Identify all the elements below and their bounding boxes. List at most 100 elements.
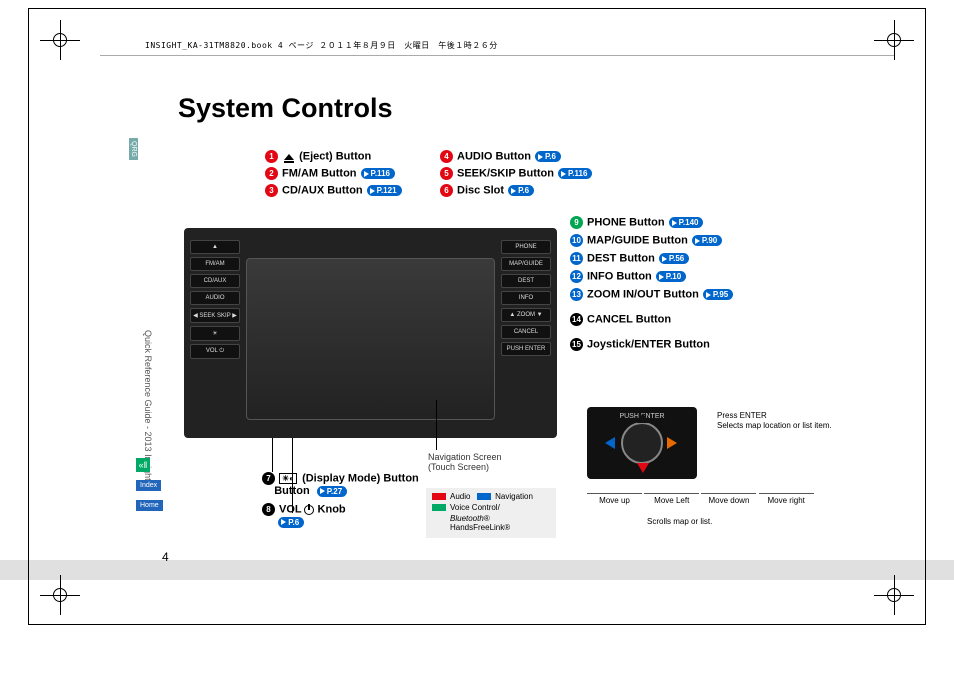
joystick-diagram: PUSH ENTER Press ENTER Selects map locat…	[587, 407, 887, 547]
joystick-label-right: Move right	[759, 493, 814, 505]
page-title: System Controls	[178, 93, 393, 124]
callout-label: CD/AUX Button	[282, 184, 363, 196]
sidebar-voice-icon[interactable]: «ǁ	[136, 458, 150, 472]
callout-bullet: 2	[265, 167, 278, 180]
color-legend: Audio Navigation Voice Control/ Bluetoot…	[426, 488, 556, 538]
callout-label: INFO Button	[587, 270, 652, 282]
callout-group-top-left: 1 (Eject) Button 2 FM/AM Button P.116 3 CD/…	[265, 150, 402, 201]
callout-bullet: 15	[570, 338, 583, 351]
callout-bullet: 13	[570, 288, 583, 301]
dash-mapguide-button[interactable]: MAP/GUIDE	[501, 257, 551, 271]
cropmark-icon	[40, 20, 80, 60]
callout-bullet: 6	[440, 184, 453, 197]
callout-label: ZOOM IN/OUT Button	[587, 288, 699, 300]
callout-group-top-right: 4AUDIO ButtonP.6 5SEEK/SKIP ButtonP.116 …	[440, 150, 592, 201]
dashboard-left-buttons: ▲ FM/AM CD/AUX AUDIO ◀ SEEK SKIP ▶ ☀ VOL…	[190, 240, 240, 362]
page-ref-link[interactable]: P.6	[278, 517, 304, 528]
callout-bullet: 12	[570, 270, 583, 283]
leader-line	[436, 400, 437, 450]
page-ref-link[interactable]: P.6	[535, 151, 561, 162]
sidebar-qrg-tag[interactable]: QRG	[129, 138, 138, 160]
page-ref-link[interactable]: P.140	[669, 217, 704, 228]
page-ref-link[interactable]: P.121	[367, 185, 402, 196]
dash-audio-button[interactable]: AUDIO	[190, 291, 240, 305]
dash-eject-button[interactable]: ▲	[190, 240, 240, 254]
dash-fmam-button[interactable]: FM/AM	[190, 257, 240, 271]
callout-bullet: 7	[262, 472, 275, 485]
callout-label: MAP/GUIDE Button	[587, 234, 688, 246]
dash-enter-button[interactable]: PUSH ENTER	[501, 342, 551, 356]
page-ref-link[interactable]: P.95	[703, 289, 733, 300]
display-mode-icon: ☀◐	[279, 473, 297, 484]
callout-bullet: 4	[440, 150, 453, 163]
sidebar-home-link[interactable]: Home	[136, 500, 163, 511]
arrow-up-icon	[637, 413, 649, 423]
callout-label: DEST Button	[587, 252, 655, 264]
legend-swatch-voice	[432, 504, 446, 511]
leader-line	[292, 438, 293, 513]
callout-label: AUDIO Button	[457, 150, 531, 162]
callout-bullet: 9	[570, 216, 583, 229]
legend-label: Bluetooth	[450, 514, 484, 523]
joystick-label-down: Move down	[701, 493, 756, 505]
dash-zoom-button[interactable]: ▲ ZOOM ▼	[501, 308, 551, 322]
sidebar-index-link[interactable]: Index	[136, 480, 161, 491]
legend-label: Audio	[450, 492, 470, 501]
dash-info-button[interactable]: INFO	[501, 291, 551, 305]
joystick-label-up: Move up	[587, 493, 642, 505]
joystick-scroll-caption: Scrolls map or list.	[647, 517, 712, 526]
cropmark-icon	[40, 575, 80, 615]
navigation-touchscreen[interactable]	[246, 258, 495, 420]
joystick-photo: PUSH ENTER	[587, 407, 697, 479]
dash-display-button[interactable]: ☀	[190, 326, 240, 341]
page-ref-link[interactable]: P.10	[656, 271, 686, 282]
arrow-down-icon	[637, 463, 649, 473]
dash-cdaux-button[interactable]: CD/AUX	[190, 274, 240, 288]
navigation-screen-caption: Navigation Screen(Touch Screen)	[428, 452, 528, 472]
dash-phone-button[interactable]: PHONE	[501, 240, 551, 254]
callout-label-prefix: VOL	[279, 503, 301, 515]
joystick-label-left: Move Left	[644, 493, 699, 505]
callout-label: FM/AM Button	[282, 167, 357, 179]
leader-line	[272, 438, 273, 472]
page-ref-link[interactable]: P.116	[361, 168, 395, 179]
callout-bullet: 8	[262, 503, 275, 516]
legend-swatch-audio	[432, 493, 446, 500]
callout-bullet: 14	[570, 313, 583, 326]
callout-bullet: 11	[570, 252, 583, 265]
callout-label: SEEK/SKIP Button	[457, 167, 554, 179]
legend-label: Navigation	[495, 492, 533, 501]
page-ref-link[interactable]: P.27	[317, 486, 347, 497]
header-metadata: INSIGHT_KA-31TM8820.book 4 ページ ２０１１年８月９日…	[145, 40, 498, 51]
page-ref-link[interactable]: P.116	[558, 168, 592, 179]
page-number: 4	[162, 550, 169, 564]
callout-label: CANCEL Button	[587, 313, 671, 325]
page-ref-link[interactable]: P.6	[508, 185, 534, 196]
dashboard-right-buttons: PHONE MAP/GUIDE DEST INFO ▲ ZOOM ▼ CANCE…	[501, 240, 551, 359]
cropmark-icon	[874, 575, 914, 615]
callout-group-bottom: 7☀◐ (Display Mode) Button Button P.27 8V…	[262, 472, 419, 534]
dash-seekskip-button[interactable]: ◀ SEEK SKIP ▶	[190, 308, 240, 323]
joystick-direction-labels: Move up Move Left Move down Move right	[587, 493, 814, 505]
callout-label: Joystick/ENTER Button	[587, 338, 710, 350]
joystick-press-caption: Press ENTER Selects map location or list…	[717, 411, 832, 430]
callout-label: (Eject) Button	[299, 150, 371, 162]
cropmark-icon	[874, 20, 914, 60]
dash-vol-knob[interactable]: VOL ⏻	[190, 344, 240, 359]
power-icon	[304, 505, 314, 515]
callout-bullet: 3	[265, 184, 278, 197]
dash-dest-button[interactable]: DEST	[501, 274, 551, 288]
page-ref-link[interactable]: P.56	[659, 253, 689, 264]
eject-icon	[284, 154, 294, 160]
callout-label: Disc Slot	[457, 184, 504, 196]
callout-label: Knob	[318, 503, 346, 515]
arrow-right-icon	[667, 437, 677, 449]
dash-cancel-button[interactable]: CANCEL	[501, 325, 551, 339]
page-ref-link[interactable]: P.90	[692, 235, 722, 246]
header-rule	[100, 55, 894, 56]
dashboard-photo: ▲ FM/AM CD/AUX AUDIO ◀ SEEK SKIP ▶ ☀ VOL…	[184, 228, 557, 438]
callout-bullet: 5	[440, 167, 453, 180]
callout-bullet: 1	[265, 150, 278, 163]
callout-label: (Display Mode) Button	[302, 472, 419, 484]
callout-bullet: 10	[570, 234, 583, 247]
